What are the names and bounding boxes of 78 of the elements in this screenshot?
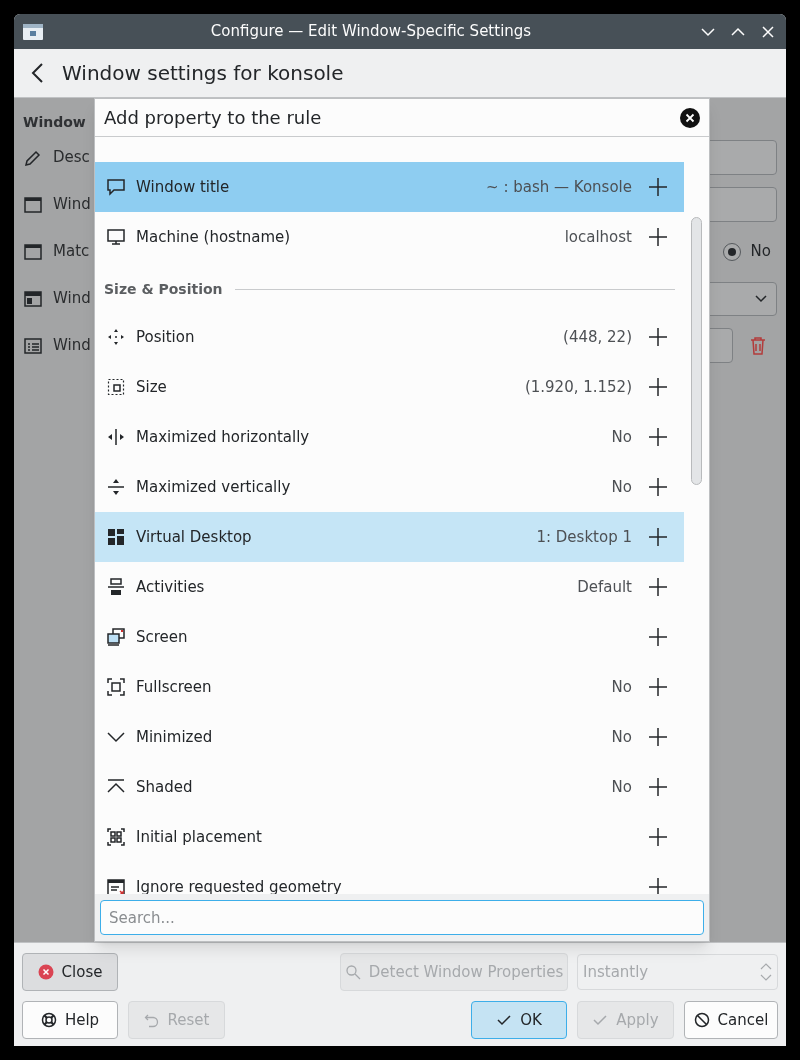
property-row[interactable]: Screen — [95, 612, 684, 662]
property-row[interactable]: Position (448, 22) — [95, 312, 684, 362]
property-row[interactable]: Size (1.920, 1.152) — [95, 362, 684, 412]
add-icon[interactable] — [648, 177, 668, 197]
property-row[interactable]: Minimized No — [95, 712, 684, 762]
window-icon — [23, 194, 43, 215]
window-icon — [23, 241, 43, 262]
radio-label: No — [750, 241, 771, 263]
radio-button[interactable] — [722, 242, 741, 261]
ok-button[interactable]: OK — [471, 1001, 567, 1039]
property-row[interactable]: Shaded No — [95, 762, 684, 812]
vertical-arrows-icon — [106, 477, 126, 497]
lifebuoy-icon — [40, 1012, 57, 1028]
add-icon[interactable] — [648, 577, 668, 597]
property-row[interactable]: Maximized horizontally No — [95, 412, 684, 462]
scrollbar-thumb[interactable] — [691, 217, 702, 485]
property-row[interactable]: Ignore requested geometry — [95, 862, 684, 894]
property-row[interactable]: Fullscreen No — [95, 662, 684, 712]
monitor-icon — [106, 227, 126, 247]
help-button[interactable]: Help — [22, 1001, 118, 1039]
property-row[interactable]: Activities Default — [95, 562, 684, 612]
calendar-x-icon — [106, 877, 126, 894]
text-field[interactable] — [707, 140, 777, 175]
back-icon[interactable] — [30, 62, 46, 84]
fullscreen-icon — [106, 677, 126, 697]
section-heading: Size & Position — [104, 279, 223, 299]
row-label: Desc — [53, 147, 90, 169]
row-label: Wind — [53, 288, 91, 310]
section-heading: Window — [23, 113, 86, 132]
add-icon[interactable] — [648, 827, 668, 847]
add-icon[interactable] — [648, 527, 668, 547]
check-icon — [496, 1012, 513, 1028]
property-row[interactable]: Virtual Desktop 1: Desktop 1 — [95, 512, 684, 562]
list-icon — [23, 335, 43, 356]
property-row[interactable]: Maximized vertically No — [95, 462, 684, 512]
chevron-down-icon — [754, 293, 768, 304]
horizontal-arrows-icon — [106, 427, 126, 447]
add-icon[interactable] — [648, 477, 668, 497]
row-label: Wind — [53, 194, 91, 216]
add-icon[interactable] — [648, 777, 668, 797]
close-button[interactable]: Close — [22, 953, 118, 991]
stacked-bars-icon — [106, 577, 126, 597]
row-label: Matc — [53, 241, 90, 263]
add-icon[interactable] — [648, 877, 668, 894]
add-icon[interactable] — [648, 377, 668, 397]
speech-bubble-icon — [106, 177, 126, 197]
add-icon[interactable] — [648, 627, 668, 647]
undo-icon — [143, 1012, 160, 1028]
combo-box[interactable] — [707, 281, 777, 316]
add-icon[interactable] — [648, 227, 668, 247]
placement-grid-icon — [106, 827, 126, 847]
add-icon[interactable] — [648, 677, 668, 697]
row-label: Wind — [53, 335, 91, 357]
close-icon[interactable] — [680, 107, 700, 128]
property-row[interactable]: Initial placement — [95, 812, 684, 862]
add-icon[interactable] — [648, 727, 668, 747]
search-field[interactable]: Search... — [100, 900, 704, 935]
text-field[interactable] — [709, 328, 733, 363]
check-icon — [592, 1012, 609, 1028]
dialog-title: Add property to the rule — [104, 106, 322, 130]
error-icon — [37, 964, 54, 980]
move-arrows-icon — [106, 327, 126, 347]
property-row[interactable]: Machine (hostname) localhost — [95, 212, 684, 262]
cancel-icon — [693, 1012, 710, 1028]
grid-icon — [106, 527, 126, 547]
search-icon — [344, 964, 361, 980]
add-icon[interactable] — [648, 327, 668, 347]
property-row[interactable]: Window title ~ : bash — Konsole — [95, 162, 684, 212]
resize-frame-icon — [106, 377, 126, 397]
add-icon[interactable] — [648, 427, 668, 447]
window-layout-icon — [23, 288, 43, 309]
text-field[interactable] — [707, 187, 777, 222]
app-icon — [22, 22, 44, 41]
page-title: Window settings for konsole — [62, 60, 344, 87]
window-title: Configure — Edit Window-Specific Settings — [209, 21, 533, 43]
spin-arrows-icon — [760, 962, 772, 982]
cancel-button[interactable]: Cancel — [684, 1001, 778, 1039]
screens-icon — [106, 627, 126, 647]
